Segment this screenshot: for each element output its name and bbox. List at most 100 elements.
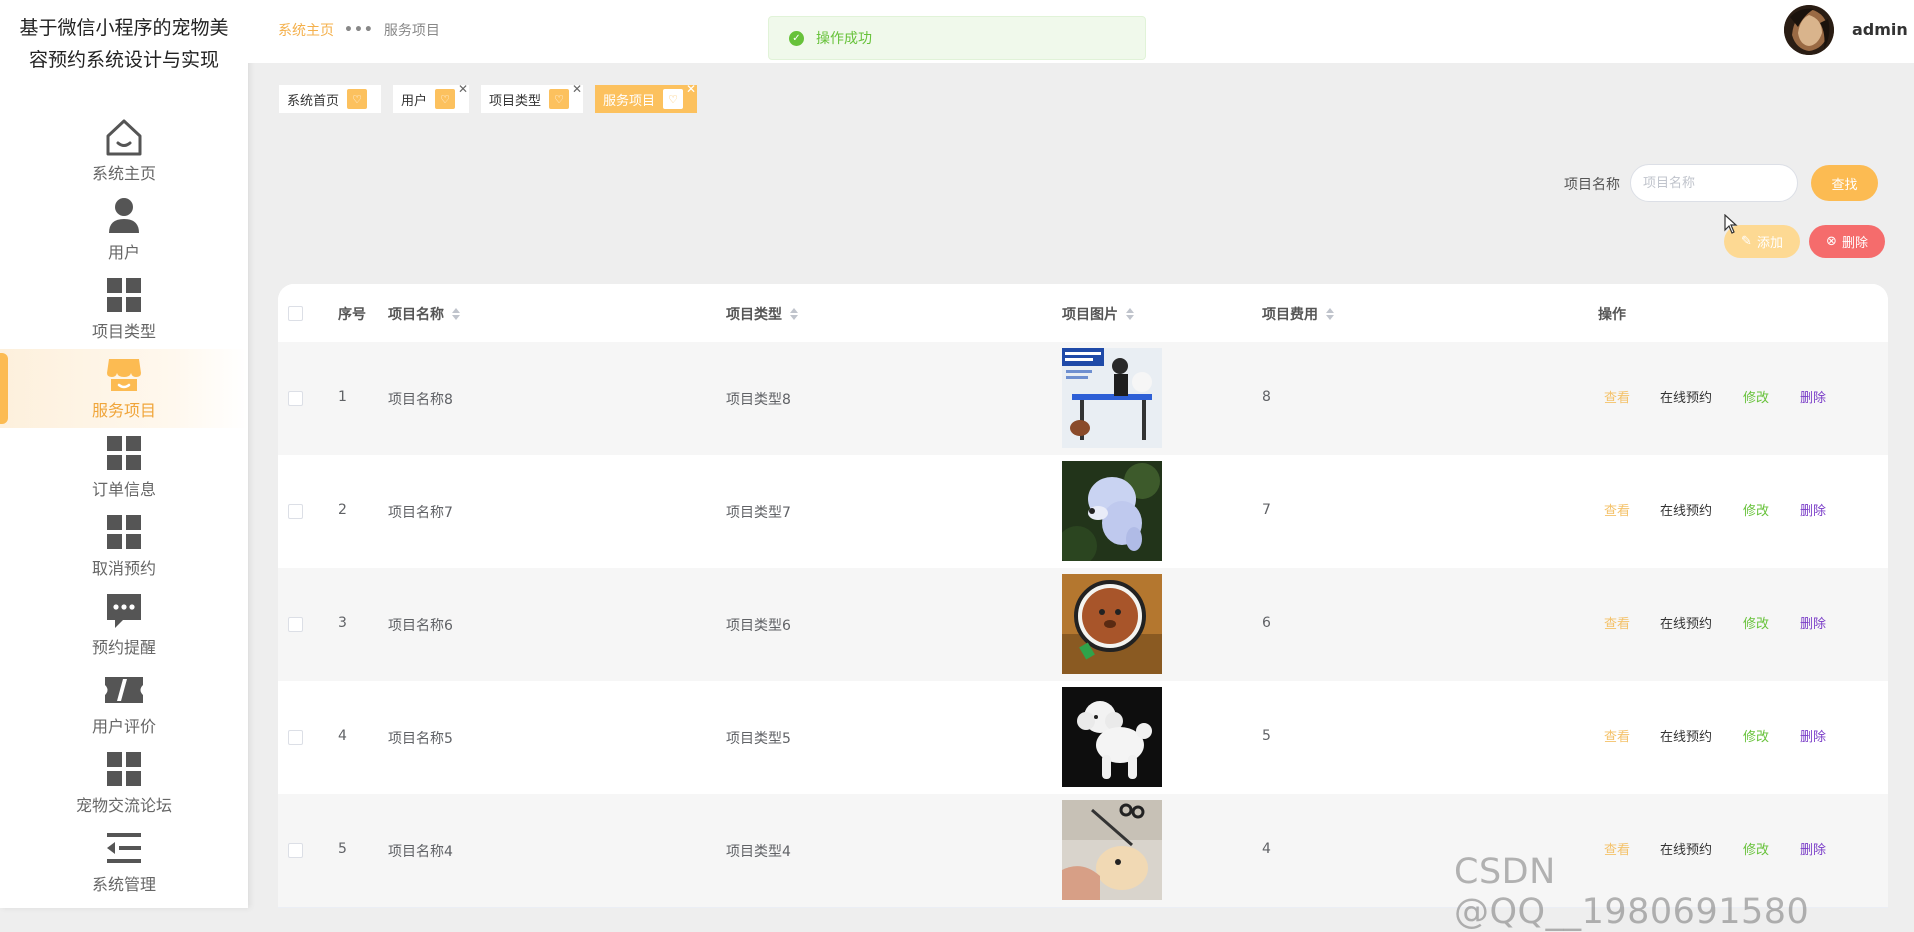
shield-icon: ♡ xyxy=(663,89,684,109)
sidebar-item-order[interactable]: 订单信息 xyxy=(0,428,248,507)
col-label: 项目图片 xyxy=(1062,307,1118,323)
pomeranian-grooming-photo[interactable] xyxy=(1062,800,1162,900)
sidebar-item-label: 用户 xyxy=(107,243,140,262)
edit-link[interactable]: 修改 xyxy=(1743,387,1769,406)
avatar-image xyxy=(1784,5,1834,55)
username[interactable]: admin xyxy=(1852,20,1908,39)
sort-icon[interactable] xyxy=(452,308,460,320)
white-poodle-photo[interactable] xyxy=(1062,687,1162,787)
breadcrumb-home[interactable]: 系统主页 xyxy=(278,20,334,40)
sidebar-item-forum[interactable]: 宠物交流论坛 xyxy=(0,744,248,823)
close-circle-icon: ⊗ xyxy=(1826,234,1837,249)
row-checkbox[interactable] xyxy=(288,617,303,632)
chat-bubble-icon xyxy=(107,594,141,628)
grooming-table-photo[interactable] xyxy=(1062,348,1162,448)
sidebar-item-user[interactable]: 用户 xyxy=(0,191,248,270)
row-checkbox[interactable] xyxy=(288,391,303,406)
top-bar: 系统主页 ••• 服务项目 ✓ 操作成功 admin xyxy=(248,0,1914,63)
view-link[interactable]: 查看 xyxy=(1604,500,1630,519)
sidebar-item-system[interactable]: 系统管理 xyxy=(0,823,248,902)
sidebar-item-label: 项目类型 xyxy=(91,322,156,341)
row-checkbox[interactable] xyxy=(288,843,303,858)
sidebar-item-reminder[interactable]: 预约提醒 xyxy=(0,586,248,665)
app-title: 基于微信小程序的宠物美容预约系统设计与实现 xyxy=(19,17,229,71)
brown-poodle-photo[interactable] xyxy=(1062,574,1162,674)
sidebar-item-label: 用户评价 xyxy=(91,717,156,736)
search-button-label: 查找 xyxy=(1831,177,1858,193)
sort-icon[interactable] xyxy=(790,308,798,320)
sidebar-item-review[interactable]: 用户评价 xyxy=(0,665,248,744)
col-ops: 操作 xyxy=(1598,304,1626,324)
sidebar-item-home[interactable]: 系统主页 xyxy=(0,112,248,191)
book-online-link[interactable]: 在线预约 xyxy=(1660,500,1712,519)
delete-link[interactable]: 删除 xyxy=(1800,726,1826,745)
sidebar-item-label: 宠物交流论坛 xyxy=(75,796,172,815)
col-fee[interactable]: 项目费用 xyxy=(1262,304,1334,324)
edit-link[interactable]: 修改 xyxy=(1743,500,1769,519)
sort-icon[interactable] xyxy=(1326,308,1334,320)
table-row: 2 项目名称7 项目类型7 7 查看 在线预约 修改 删除 xyxy=(278,455,1888,569)
sidebar-item-project-type[interactable]: 项目类型 xyxy=(0,270,248,349)
col-image[interactable]: 项目图片 xyxy=(1062,304,1134,324)
search-button[interactable]: 查找 xyxy=(1811,165,1878,201)
tab-project-type[interactable]: 项目类型 ♡ ✕ xyxy=(480,82,585,114)
sort-icon[interactable] xyxy=(1126,308,1134,320)
row-fee: 8 xyxy=(1262,389,1271,405)
avatar[interactable] xyxy=(1784,5,1834,55)
sidebar-item-label: 系统管理 xyxy=(91,875,156,894)
shield-icon: ♡ xyxy=(347,89,368,109)
pencil-icon: ✎ xyxy=(1741,234,1752,249)
grid-icon xyxy=(107,752,141,786)
view-link[interactable]: 查看 xyxy=(1604,726,1630,745)
row-checkbox[interactable] xyxy=(288,504,303,519)
shield-icon: ♡ xyxy=(549,89,570,109)
select-all-checkbox[interactable] xyxy=(288,306,303,321)
table-row: 1 项目名称8 项目类型8 8 查看 在线预约 修改 删除 xyxy=(278,342,1888,456)
user-icon xyxy=(109,198,139,233)
blue-poodle-photo[interactable] xyxy=(1062,461,1162,561)
close-icon[interactable]: ✕ xyxy=(572,82,582,96)
delete-link[interactable]: 删除 xyxy=(1800,387,1826,406)
sidebar-nav: 系统主页 用户 项目类型 服务项目 订单信息 取消预约 预约提醒 用户评价 宠物… xyxy=(0,112,248,902)
edit-link[interactable]: 修改 xyxy=(1743,613,1769,632)
mouse-cursor-icon xyxy=(1724,214,1738,234)
row-checkbox[interactable] xyxy=(288,730,303,745)
breadcrumb: 系统主页 ••• 服务项目 xyxy=(278,20,440,40)
sidebar-item-label: 订单信息 xyxy=(91,480,156,499)
delete-link[interactable]: 删除 xyxy=(1800,613,1826,632)
sidebar-item-label: 系统主页 xyxy=(91,164,156,183)
row-index: 4 xyxy=(338,728,347,744)
tab-label: 用户 xyxy=(401,93,428,109)
row-name: 项目名称5 xyxy=(388,731,453,747)
batch-delete-button[interactable]: ⊗ 删除 xyxy=(1809,225,1885,258)
book-online-link[interactable]: 在线预约 xyxy=(1660,387,1712,406)
sidebar-item-cancel[interactable]: 取消预约 xyxy=(0,507,248,586)
close-icon[interactable]: ✕ xyxy=(458,82,468,96)
close-icon[interactable]: ✕ xyxy=(686,82,696,96)
row-name: 项目名称7 xyxy=(388,505,453,521)
col-label: 操作 xyxy=(1598,307,1626,323)
sidebar-item-label: 预约提醒 xyxy=(91,638,156,657)
view-link[interactable]: 查看 xyxy=(1604,387,1630,406)
delete-link[interactable]: 删除 xyxy=(1800,500,1826,519)
tab-label: 系统首页 xyxy=(287,93,340,109)
tab-user[interactable]: 用户 ♡ ✕ xyxy=(392,82,471,114)
table-row: 3 项目名称6 项目类型6 6 查看 在线预约 修改 删除 xyxy=(278,568,1888,682)
tab-home[interactable]: 系统首页 ♡ xyxy=(278,84,383,114)
table-row: 4 项目名称5 项目类型5 5 查看 在线预约 修改 删除 xyxy=(278,681,1888,795)
col-name[interactable]: 项目名称 xyxy=(388,304,460,324)
row-fee: 5 xyxy=(1262,728,1271,744)
view-link[interactable]: 查看 xyxy=(1604,613,1630,632)
row-type: 项目类型8 xyxy=(726,392,791,408)
grid-icon xyxy=(107,436,141,470)
data-table: 序号 项目名称 项目类型 项目图片 项目费用 操作 1 项目名称8 项目类型8 xyxy=(278,284,1888,908)
col-type[interactable]: 项目类型 xyxy=(726,304,798,324)
sidebar-item-service[interactable]: 服务项目 xyxy=(0,349,248,428)
breadcrumb-current: 服务项目 xyxy=(383,23,440,39)
row-fee: 6 xyxy=(1262,615,1271,631)
search-input[interactable] xyxy=(1630,164,1798,202)
tab-service[interactable]: 服务项目 ♡ ✕ xyxy=(594,82,699,114)
book-online-link[interactable]: 在线预约 xyxy=(1660,726,1712,745)
edit-link[interactable]: 修改 xyxy=(1743,726,1769,745)
book-online-link[interactable]: 在线预约 xyxy=(1660,613,1712,632)
